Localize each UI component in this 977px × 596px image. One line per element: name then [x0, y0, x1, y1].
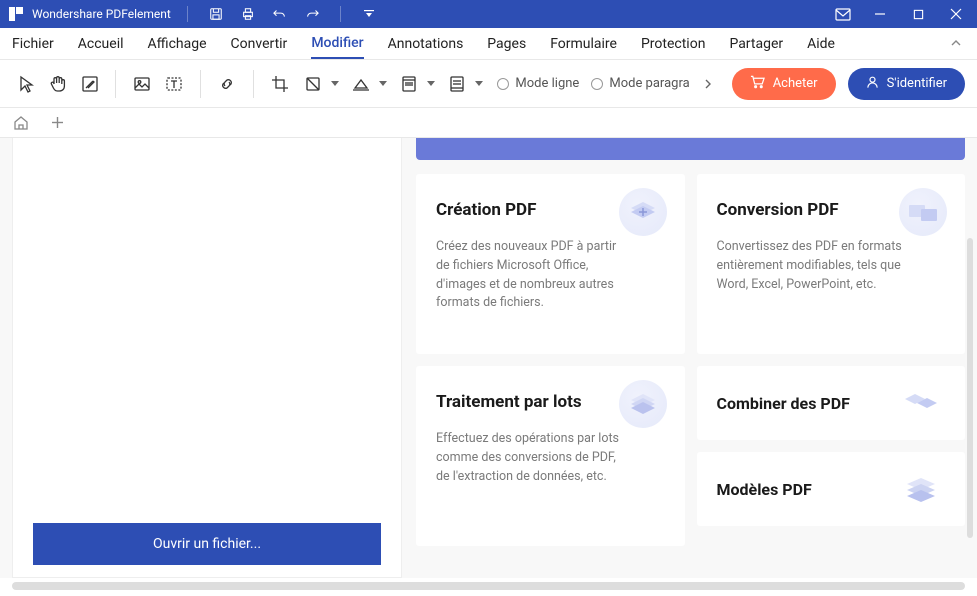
save-icon[interactable]	[206, 4, 226, 24]
bates-icon	[441, 68, 473, 100]
menu-convertir[interactable]: Convertir	[231, 30, 288, 58]
redo-icon[interactable]	[302, 4, 322, 24]
collapse-ribbon-icon[interactable]	[947, 35, 965, 53]
chevron-down-icon	[425, 81, 437, 87]
add-text-icon[interactable]	[160, 68, 188, 100]
header-footer-icon	[393, 68, 425, 100]
separator	[340, 6, 341, 22]
card-desc: Créez des nouveaux PDF à partir de fichi…	[436, 238, 633, 313]
bates-dropdown[interactable]	[441, 68, 485, 100]
edit-text-icon[interactable]	[76, 68, 104, 100]
app-logo-icon	[8, 6, 24, 22]
menu-pages[interactable]: Pages	[487, 30, 526, 58]
card-convert-pdf[interactable]: Conversion PDF Convertissez des PDF en f…	[697, 174, 966, 354]
separator	[200, 70, 201, 98]
mode-paragraph-radio[interactable]: Mode paragra	[591, 76, 689, 91]
menu-accueil[interactable]: Accueil	[78, 30, 124, 58]
content-area: Ouvrir un fichier... Création PDF Créez …	[0, 138, 977, 578]
card-title: Combiner des PDF	[717, 394, 850, 413]
background-icon	[345, 68, 377, 100]
menu-bar: Fichier Accueil Affichage Convertir Modi…	[0, 28, 977, 60]
dropdown-icon[interactable]	[359, 4, 379, 24]
card-title: Modèles PDF	[717, 480, 812, 499]
vertical-scrollbar[interactable]	[967, 238, 973, 538]
cart-icon	[750, 75, 765, 93]
create-pdf-icon	[619, 188, 667, 236]
horizontal-scrollbar[interactable]	[12, 582, 965, 590]
menu-affichage[interactable]: Affichage	[148, 30, 207, 58]
menu-fichier[interactable]: Fichier	[12, 30, 54, 58]
open-file-button[interactable]: Ouvrir un fichier...	[33, 523, 381, 565]
menu-partager[interactable]: Partager	[729, 30, 783, 58]
card-combine-pdf[interactable]: Combiner des PDF	[697, 366, 966, 440]
select-tool-icon[interactable]	[12, 68, 40, 100]
crop-icon[interactable]	[266, 68, 294, 100]
user-icon	[866, 75, 879, 93]
menu-modifier[interactable]: Modifier	[311, 29, 363, 59]
close-button[interactable]	[943, 4, 969, 24]
chevron-right-icon[interactable]	[702, 79, 716, 89]
hand-tool-icon[interactable]	[44, 68, 72, 100]
signin-button[interactable]: S'identifier	[848, 68, 965, 100]
chevron-down-icon	[329, 81, 341, 87]
undo-icon[interactable]	[270, 4, 290, 24]
chevron-down-icon	[473, 81, 485, 87]
buy-button[interactable]: Acheter	[732, 68, 836, 100]
convert-pdf-icon	[899, 188, 947, 236]
separator	[253, 70, 254, 98]
banner	[416, 138, 965, 160]
signin-label: S'identifier	[887, 76, 947, 91]
card-batch[interactable]: Traitement par lots Effectuez des opérat…	[416, 366, 685, 546]
menu-formulaire[interactable]: Formulaire	[550, 30, 617, 58]
print-icon[interactable]	[238, 4, 258, 24]
tab-bar	[0, 108, 977, 138]
title-right	[831, 4, 969, 24]
radio-icon	[497, 78, 509, 90]
radio-icon	[591, 78, 603, 90]
card-templates-pdf[interactable]: Modèles PDF	[697, 452, 966, 526]
toolbar: Mode ligne Mode paragra Acheter S'identi…	[0, 60, 977, 108]
header-footer-dropdown[interactable]	[393, 68, 437, 100]
separator	[187, 6, 188, 22]
background-dropdown[interactable]	[345, 68, 389, 100]
add-image-icon[interactable]	[128, 68, 156, 100]
title-bar: Wondershare PDFelement	[0, 0, 977, 28]
templates-icon	[897, 468, 945, 510]
edit-mode-radio-group: Mode ligne Mode paragra	[497, 76, 715, 91]
link-icon[interactable]	[213, 68, 241, 100]
combine-icon	[897, 382, 945, 424]
menu-annotations[interactable]: Annotations	[388, 30, 464, 58]
radio-label: Mode ligne	[515, 76, 579, 91]
left-panel: Ouvrir un fichier...	[12, 138, 402, 578]
new-tab-icon[interactable]	[48, 114, 66, 132]
buy-label: Acheter	[773, 76, 818, 91]
right-panel: Création PDF Créez des nouveaux PDF à pa…	[402, 138, 977, 578]
mode-line-radio[interactable]: Mode ligne	[497, 76, 579, 91]
card-create-pdf[interactable]: Création PDF Créez des nouveaux PDF à pa…	[416, 174, 685, 354]
watermark-dropdown[interactable]	[297, 68, 341, 100]
menu-aide[interactable]: Aide	[807, 30, 835, 58]
maximize-button[interactable]	[905, 4, 931, 24]
batch-icon	[619, 380, 667, 428]
chevron-down-icon	[377, 81, 389, 87]
radio-label: Mode paragra	[609, 76, 689, 91]
card-desc: Convertissez des PDF en formats entièrem…	[717, 238, 914, 294]
app-title: Wondershare PDFelement	[32, 7, 171, 21]
watermark-icon	[297, 68, 329, 100]
mail-icon[interactable]	[833, 4, 853, 24]
home-tab-icon[interactable]	[12, 114, 30, 132]
card-desc: Effectuez des opérations par lots comme …	[436, 430, 633, 486]
separator	[115, 70, 116, 98]
title-left: Wondershare PDFelement	[8, 4, 381, 24]
menu-protection[interactable]: Protection	[641, 30, 705, 58]
minimize-button[interactable]	[867, 4, 893, 24]
cards-grid: Création PDF Créez des nouveaux PDF à pa…	[416, 174, 965, 546]
